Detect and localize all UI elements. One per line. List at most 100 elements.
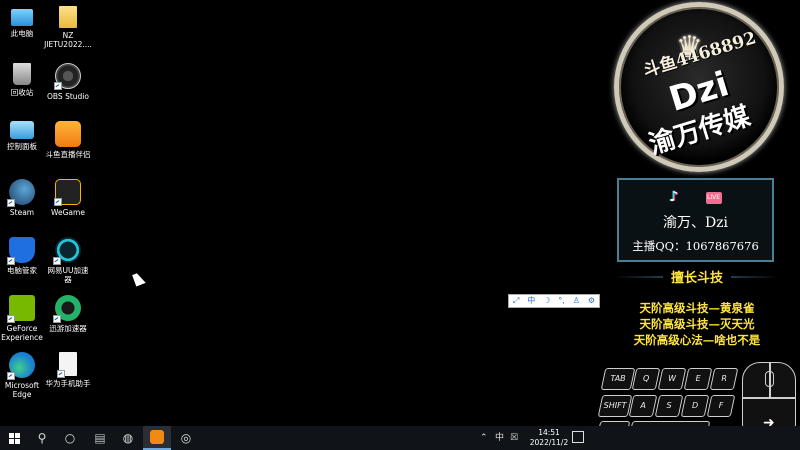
desktop-icon-this-pc[interactable]: 此电脑	[0, 6, 46, 38]
social-icons: ♪ LIVE	[619, 186, 772, 205]
desktop-icon-edge[interactable]: Microsoft Edge	[0, 352, 46, 399]
user-icon[interactable]: ♙	[573, 295, 580, 307]
icon-label: 此电脑	[10, 29, 34, 38]
icon-label: NZ JIETU2022....	[44, 31, 92, 49]
control-panel-icon	[10, 121, 34, 139]
icon-label: Microsoft Edge	[4, 381, 40, 399]
ime-toolbar[interactable]: ⤢ 中 ☽ °, ♙ ⚙	[508, 294, 600, 308]
desktop-icon-xunyou[interactable]: 迅游加速器	[44, 295, 92, 333]
moon-icon[interactable]: ☽	[543, 295, 550, 307]
pc-manager-icon	[7, 237, 35, 265]
streamer-name: 渝万、Dzi	[662, 215, 729, 231]
desktop-icon-nz-folder[interactable]: NZ JIETU2022....	[44, 6, 92, 49]
clock-date: 2022/11/2	[529, 438, 569, 447]
skills-list: 天阶高级斗技—黄泉雀 天阶高级斗技—灭天光 天阶高级心法—啥也不是	[614, 300, 780, 348]
ime-status-icon[interactable]: ☒	[510, 426, 518, 450]
computer-icon	[11, 9, 33, 26]
folder-icon	[59, 6, 77, 28]
key-f: F	[706, 395, 736, 417]
obs-icon	[54, 63, 81, 90]
folder-tray-icon: ▤	[94, 431, 106, 445]
skill-item: 天阶高级斗技—黄泉雀	[639, 301, 755, 315]
search-button[interactable]: ⚲	[28, 426, 56, 450]
skill-title: 擅长斗技	[614, 267, 780, 287]
geforce-icon	[7, 295, 35, 323]
icon-label: 斗鱼直播伴侣	[45, 150, 91, 159]
icon-label: GeForce Experience	[1, 324, 43, 342]
key-e: E	[683, 368, 713, 390]
key-a: A	[628, 395, 658, 417]
streamer-info-box: ♪ LIVE 渝万、Dzi 主播QQ：1067867676	[617, 178, 774, 262]
skill-item: 天阶高级斗技—灭天光	[639, 317, 755, 331]
punctuation-icon[interactable]: °,	[558, 295, 565, 307]
icon-label: 电脑管家	[7, 266, 37, 275]
douyu-taskbar-icon	[150, 430, 164, 444]
desktop-icon-control-panel[interactable]: 控制面板	[0, 121, 46, 151]
tiktok-icon: ♪	[669, 189, 679, 205]
input-lang-indicator[interactable]: 中	[495, 426, 504, 450]
shortcut-arrow-icon	[7, 315, 15, 323]
desktop-icon-uu[interactable]: 网易UU加速器	[44, 237, 92, 284]
shortcut-arrow-icon	[53, 257, 61, 265]
notification-icon[interactable]	[572, 431, 584, 443]
xunyou-icon	[53, 295, 81, 323]
ime-lang[interactable]: 中	[527, 295, 535, 307]
streamer-qq: 主播QQ：1067867676	[632, 239, 759, 253]
gear-icon[interactable]: ⚙	[588, 295, 595, 307]
key-r: R	[709, 368, 739, 390]
icon-label: 迅游加速器	[49, 324, 87, 333]
recycle-bin-icon	[13, 63, 31, 85]
desktop-icon-obs[interactable]: OBS Studio	[44, 63, 92, 101]
desktop-icon-steam[interactable]: Steam	[0, 179, 46, 217]
start-button[interactable]	[0, 426, 28, 450]
globe-icon: ◍	[122, 431, 134, 445]
douyu-icon	[55, 121, 81, 147]
file-icon	[57, 352, 77, 378]
taskbar-app-browser[interactable]: ◍	[114, 426, 142, 450]
icon-label: 网易UU加速器	[47, 266, 89, 284]
icon-label: 回收站	[10, 88, 34, 97]
key-q: Q	[631, 368, 661, 390]
taskbar-app-explorer[interactable]: ▤	[86, 426, 114, 450]
shortcut-arrow-icon	[7, 257, 15, 265]
tray-overflow-icon[interactable]: ⌃	[480, 426, 488, 450]
desktop-icon-huawei[interactable]: 华为手机助手	[44, 352, 92, 388]
obs-taskbar-icon: ◎	[180, 431, 192, 445]
shortcut-arrow-icon	[7, 199, 15, 207]
cortana-button[interactable]: ○	[56, 426, 84, 450]
shortcut-arrow-icon	[54, 82, 62, 90]
desktop-icon-geforce[interactable]: GeForce Experience	[0, 295, 46, 342]
steam-icon	[7, 179, 35, 207]
skill-title-text: 擅长斗技	[662, 271, 731, 286]
mouse-hline	[743, 397, 795, 399]
streamer-logo: ♛ 斗鱼4468892 Dzi 渝万传媒	[614, 2, 784, 172]
key-w: W	[657, 368, 687, 390]
mouse-cursor	[132, 271, 146, 287]
key-shift: SHIFT	[597, 395, 633, 417]
expand-icon[interactable]: ⤢	[513, 295, 519, 307]
desktop-icon-pc-manager[interactable]: 电脑管家	[0, 237, 46, 275]
skill-item: 天阶高级心法—啥也不是	[633, 333, 761, 347]
clock-time: 14:51	[538, 428, 560, 437]
icon-label: WeGame	[51, 208, 85, 217]
desktop-icon-douyu[interactable]: 斗鱼直播伴侣	[44, 121, 92, 159]
shortcut-arrow-icon	[54, 198, 62, 206]
key-d: D	[680, 395, 710, 417]
taskbar-app-douyu[interactable]	[143, 426, 171, 450]
shortcut-arrow-icon	[53, 315, 61, 323]
circle-icon: ○	[64, 431, 76, 445]
clock[interactable]: 14:51 2022/11/2	[524, 428, 574, 448]
taskbar: ⚲ ○ ▤ ◍ ◎ ⌃ 中 ☒ 14:51 2022/11/2	[0, 426, 800, 450]
icon-label: 控制面板	[7, 142, 37, 151]
icon-label: OBS Studio	[47, 92, 89, 101]
taskbar-app-obs[interactable]: ◎	[172, 426, 200, 450]
key-tab: TAB	[600, 368, 636, 390]
mouse-wheel	[765, 371, 774, 387]
shortcut-arrow-icon	[7, 372, 15, 380]
desktop-icon-recycle-bin[interactable]: 回收站	[0, 63, 46, 97]
live-icon: LIVE	[705, 192, 722, 204]
desktop-icon-wegame[interactable]: WeGame	[44, 179, 92, 217]
key-s: S	[654, 395, 684, 417]
wegame-icon	[54, 179, 81, 206]
icon-label: 华为手机助手	[45, 379, 91, 388]
